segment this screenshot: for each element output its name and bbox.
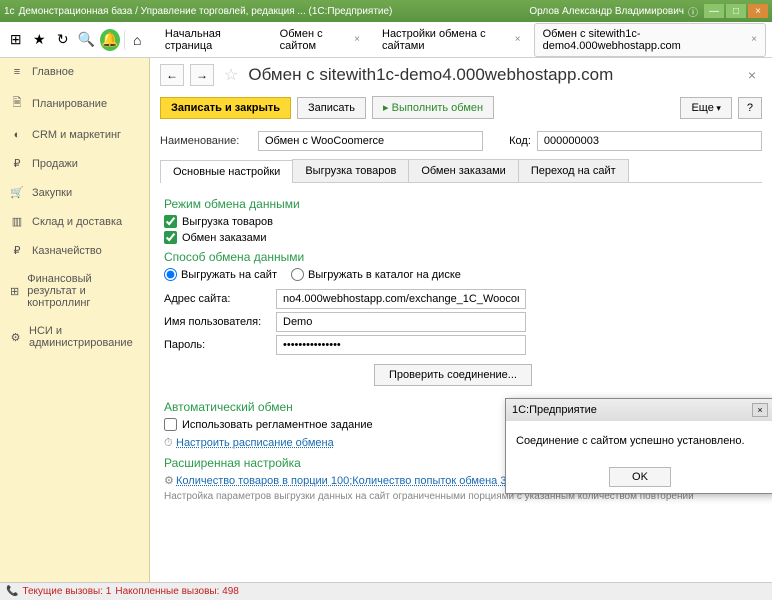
status-icon: 📞 xyxy=(6,586,18,597)
pass-label: Пароль: xyxy=(164,339,270,351)
scheduled-task-checkbox[interactable] xyxy=(164,418,177,431)
dialog-message: Соединение с сайтом успешно установлено. xyxy=(506,421,772,461)
menu-icon: ≡ xyxy=(10,66,24,78)
history-icon[interactable]: ↻ xyxy=(53,29,73,51)
sidebar-item-sales[interactable]: ₽Продажи xyxy=(0,149,149,178)
home-icon[interactable]: ⌂ xyxy=(124,29,144,51)
dialog-title: 1С:Предприятие xyxy=(512,404,597,416)
bars-icon: ⊞ xyxy=(10,285,19,298)
sidebar: ≡Главное 🗎Планирование ◐CRM и маркетинг … xyxy=(0,58,150,582)
run-exchange-button[interactable]: Выполнить обмен xyxy=(372,96,494,119)
orders-exchange-checkbox[interactable] xyxy=(164,231,177,244)
bell-icon[interactable]: 🔔 xyxy=(100,29,120,51)
tab-main-settings[interactable]: Основные настройки xyxy=(160,160,293,183)
sidebar-item-treasury[interactable]: ₽Казначейство xyxy=(0,236,149,265)
sidebar-item-warehouse[interactable]: ▥Склад и доставка xyxy=(0,207,149,236)
clock-icon: ⏱ xyxy=(164,437,176,450)
tab-exchange[interactable]: Обмен с сайтом× xyxy=(271,23,369,57)
inner-tabstrip: Основные настройки Выгрузка товаров Обме… xyxy=(160,159,762,183)
sidebar-item-admin[interactable]: ⚙НСИ и администрирование xyxy=(0,317,149,357)
statusbar: 📞 Текущие вызовы: 1 Накопленные вызовы: … xyxy=(0,582,772,600)
code-input[interactable] xyxy=(537,131,762,151)
settings-icon: ⚙ xyxy=(164,474,176,487)
more-button[interactable]: Еще xyxy=(680,97,731,119)
tab-goods-upload[interactable]: Выгрузка товаров xyxy=(292,159,409,182)
status-current: Текущие вызовы: 1 xyxy=(22,586,111,597)
upload-site-radio[interactable] xyxy=(164,268,177,281)
close-icon[interactable]: × xyxy=(515,34,521,45)
minimize-button[interactable]: — xyxy=(704,4,724,18)
app-icon: 1c xyxy=(4,6,15,17)
search-icon[interactable]: 🔍 xyxy=(77,29,97,51)
apps-icon[interactable]: ⊞ xyxy=(6,29,26,51)
ruble-icon: ₽ xyxy=(10,157,24,170)
user-icon: ⓘ xyxy=(688,4,698,19)
close-icon[interactable]: × xyxy=(751,34,757,45)
save-button[interactable]: Записать xyxy=(297,97,366,119)
chart-icon: ◐ xyxy=(10,129,24,141)
dialog-ok-button[interactable]: OK xyxy=(609,467,671,487)
goods-upload-checkbox[interactable] xyxy=(164,215,177,228)
nav-forward-button[interactable]: → xyxy=(190,64,214,86)
name-label: Наименование: xyxy=(160,135,252,147)
method-section-title: Способ обмена данными xyxy=(164,250,758,264)
main-toolbar: ⊞ ★ ↻ 🔍 🔔 ⌂ Начальная страница Обмен с с… xyxy=(0,22,772,58)
document-icon: 🗎 xyxy=(10,94,24,113)
dialog-close-button[interactable]: × xyxy=(752,403,768,417)
page-close-button[interactable]: × xyxy=(742,67,762,83)
close-window-button[interactable]: × xyxy=(748,4,768,18)
nav-tabs: Начальная страница Обмен с сайтом× Настр… xyxy=(156,23,766,57)
save-close-button[interactable]: Записать и закрыть xyxy=(160,97,291,119)
favorite-icon[interactable]: ☆ xyxy=(224,65,238,85)
app-title: Демонстрационная база / Управление торго… xyxy=(19,6,393,17)
mode-section-title: Режим обмена данными xyxy=(164,197,758,211)
star-icon[interactable]: ★ xyxy=(30,29,50,51)
cart-icon: 🛒 xyxy=(10,186,24,199)
page-title: Обмен с sitewith1c-demo4.000webhostapp.c… xyxy=(248,65,613,85)
username-input[interactable] xyxy=(276,312,526,332)
nav-back-button[interactable]: ← xyxy=(160,64,184,86)
advanced-settings-link[interactable]: Количество товаров в порции 100;Количест… xyxy=(176,475,510,487)
help-button[interactable]: ? xyxy=(738,97,762,119)
addr-label: Адрес сайта: xyxy=(164,293,270,305)
name-input[interactable] xyxy=(258,131,483,151)
message-dialog: 1С:Предприятие × Соединение с сайтом успе… xyxy=(505,398,772,494)
tab-orders-exchange[interactable]: Обмен заказами xyxy=(408,159,519,182)
sidebar-item-crm[interactable]: ◐CRM и маркетинг xyxy=(0,121,149,149)
site-address-input[interactable] xyxy=(276,289,526,309)
user-label: Имя пользователя: xyxy=(164,316,270,328)
sidebar-item-finance[interactable]: ⊞Финансовый результат и контроллинг xyxy=(0,265,149,317)
close-icon[interactable]: × xyxy=(354,34,360,45)
sidebar-item-main[interactable]: ≡Главное xyxy=(0,58,149,86)
upload-disk-radio[interactable] xyxy=(291,268,304,281)
tab-goto-site[interactable]: Переход на сайт xyxy=(518,159,629,182)
check-connection-button[interactable]: Проверить соединение... xyxy=(374,364,532,386)
status-accum: Накопленные вызовы: 498 xyxy=(115,586,239,597)
user-name: Орлов Александр Владимирович xyxy=(529,6,684,17)
tab-current-exchange[interactable]: Обмен с sitewith1c-demo4.000webhostapp.c… xyxy=(534,23,766,57)
ruble-icon: ₽ xyxy=(10,244,24,257)
tab-home[interactable]: Начальная страница xyxy=(156,23,267,57)
main-content: ← → ☆ Обмен с sitewith1c-demo4.000webhos… xyxy=(150,58,772,582)
window-titlebar: 1c Демонстрационная база / Управление то… xyxy=(0,0,772,22)
gear-icon: ⚙ xyxy=(10,331,21,344)
maximize-button[interactable]: □ xyxy=(726,4,746,18)
settings-panel: Режим обмена данными Выгрузка товаров Об… xyxy=(150,183,772,582)
sidebar-item-purchases[interactable]: 🛒Закупки xyxy=(0,178,149,207)
code-label: Код: xyxy=(509,135,531,147)
sidebar-item-planning[interactable]: 🗎Планирование xyxy=(0,86,149,121)
tab-exchange-settings[interactable]: Настройки обмена с сайтами× xyxy=(373,23,530,57)
schedule-link[interactable]: Настроить расписание обмена xyxy=(176,437,334,449)
password-input[interactable] xyxy=(276,335,526,355)
box-icon: ▥ xyxy=(10,215,24,228)
